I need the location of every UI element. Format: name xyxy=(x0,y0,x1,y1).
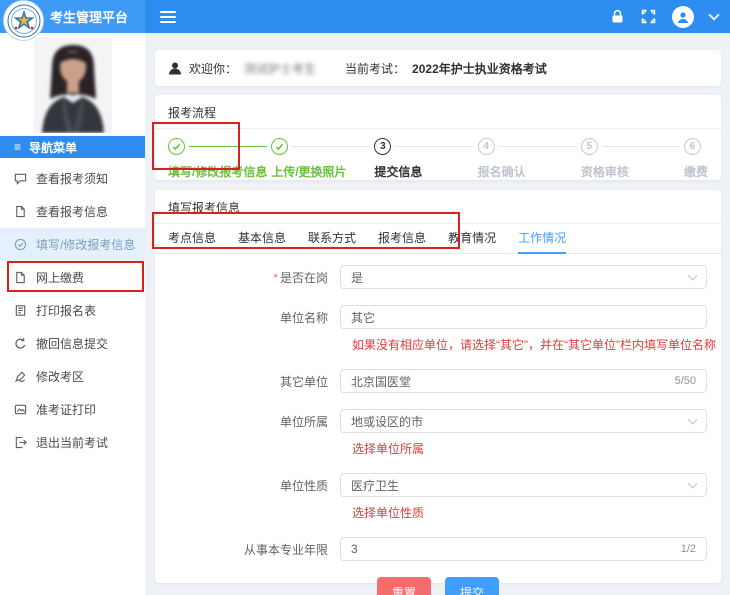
sidebar-item-print-form[interactable]: 打印报名表 xyxy=(0,294,145,327)
field-label-unit-name: 单位名称 xyxy=(279,310,328,325)
years-in-profession-input[interactable]: 3 1/2 xyxy=(340,537,707,561)
chevron-down-icon xyxy=(687,478,698,488)
char-counter: 1/2 xyxy=(680,543,696,555)
field-label-years-in-profession: 从事本专业年限 xyxy=(243,542,328,557)
unit-affiliation-select[interactable]: 地或设区的市 xyxy=(340,409,707,433)
undo-icon xyxy=(15,337,26,349)
tab-basic-info[interactable]: 基本信息 xyxy=(238,224,286,254)
nav-menu-header: ≡ 导航菜单 xyxy=(0,136,145,158)
user-icon xyxy=(169,62,181,75)
other-unit-input[interactable]: 北京国医堂 5/50 xyxy=(340,369,707,393)
step-registration-confirm: 4 报名确认 xyxy=(477,138,581,180)
exam-flow-card: 报考流程 填写/修改报考信息 上传/更换照片 3 提交信息 4 报名确认 5 资… xyxy=(155,95,721,180)
sidebar-item-modify-exam-area[interactable]: 修改考区 xyxy=(0,360,145,393)
tab-work-info[interactable]: 工作情况 xyxy=(518,224,567,254)
sidebar-item-fill-modify-info[interactable]: 填写/修改报考信息 xyxy=(0,228,145,261)
welcome-bar: 欢迎你： 测试护士考生 当前考试： 2022年护士执业资格考试 xyxy=(155,50,721,86)
tab-contact-info[interactable]: 联系方式 xyxy=(308,224,356,254)
field-label-unit-type: 单位性质 xyxy=(279,478,328,493)
sidebar-item-online-payment[interactable]: 网上缴费 xyxy=(0,261,145,294)
unit-affiliation-hint: 选择单位所属 xyxy=(352,442,425,456)
menu-toggle-icon[interactable] xyxy=(160,8,176,26)
exit-icon xyxy=(15,436,27,449)
file-icon xyxy=(16,271,25,284)
unit-name-input[interactable]: 其它 xyxy=(340,305,707,329)
field-label-unit-affiliation: 单位所属 xyxy=(279,414,328,429)
current-exam-name: 2022年护士执业资格考试 xyxy=(412,61,547,76)
unit-name-hint: 如果没有相应单位，请选择“其它”，并在“其它单位”栏内填写单位名称 xyxy=(352,338,716,352)
unit-type-hint: 选择单位性质 xyxy=(352,506,425,520)
app-logo-icon xyxy=(3,0,44,41)
sidebar-item-print-admission-ticket[interactable]: 准考证打印 xyxy=(0,393,145,426)
print-icon xyxy=(15,305,26,316)
step-qualification-review: 5 资格审核 xyxy=(580,138,684,180)
candidate-photo xyxy=(33,37,112,133)
registration-form-card: 填写报考信息 考点信息 基本信息 联系方式 报考信息 教育情况 工作情况 * 是否… xyxy=(155,190,721,595)
step-payment: 6 缴费 xyxy=(684,138,708,180)
submit-button[interactable]: 提交 xyxy=(445,577,500,595)
step-check-icon xyxy=(168,138,185,155)
work-info-form: * 是否在岗 是 单位名称 其它 如果没有相应单位，请选择“其它”，并在“其它单位… xyxy=(155,254,721,595)
brand: 考生管理平台 xyxy=(0,0,145,41)
menu-bars-icon: ≡ xyxy=(14,140,22,154)
field-label-on-duty: * 是否在岗 xyxy=(273,270,328,285)
sidebar-nav: 查看报考须知 查看报考信息 填写/修改报考信息 网上缴费 打印报名表 撤回信息提… xyxy=(0,158,145,459)
greeting-label: 欢迎你： xyxy=(189,61,238,76)
form-title: 填写报考信息 xyxy=(155,190,721,224)
avatar[interactable] xyxy=(672,5,694,28)
nav-menu-title: 导航菜单 xyxy=(29,140,78,155)
top-bar: 考生管理平台 xyxy=(0,0,730,41)
step-check-icon xyxy=(271,138,289,155)
sidebar-item-exit-exam[interactable]: 退出当前考试 xyxy=(0,426,145,459)
on-duty-select[interactable]: 是 xyxy=(340,265,707,289)
chevron-down-icon xyxy=(687,270,698,280)
lock-icon[interactable] xyxy=(610,9,625,24)
field-label-other-unit: 其它单位 xyxy=(279,374,328,389)
fullscreen-icon[interactable] xyxy=(641,9,656,24)
sidebar: ≡ 导航菜单 查看报考须知 查看报考信息 填写/修改报考信息 网上缴费 打印报名… xyxy=(0,33,145,595)
app-title: 考生管理平台 xyxy=(50,10,129,25)
chevron-down-icon xyxy=(687,414,698,424)
step-fill-info: 填写/修改报考信息 xyxy=(168,138,271,180)
reset-button[interactable]: 重置 xyxy=(376,577,431,595)
unit-type-select[interactable]: 医疗卫生 xyxy=(340,473,707,497)
edit-icon xyxy=(14,371,26,383)
form-tabs: 考点信息 基本信息 联系方式 报考信息 教育情况 工作情况 xyxy=(155,224,721,254)
image-icon xyxy=(14,404,27,415)
sidebar-item-view-info[interactable]: 查看报考信息 xyxy=(0,195,145,228)
sidebar-item-withdraw-submission[interactable]: 撤回信息提交 xyxy=(0,327,145,360)
user-name: 测试护士考生 xyxy=(244,61,317,76)
tab-exam-site-info[interactable]: 考点信息 xyxy=(168,224,216,254)
steps: 填写/修改报考信息 上传/更换照片 3 提交信息 4 报名确认 5 资格审核 6… xyxy=(155,129,721,180)
chevron-down-icon[interactable] xyxy=(708,9,720,21)
flow-title: 报考流程 xyxy=(155,95,721,129)
comment-icon xyxy=(14,173,27,185)
tab-registration-info[interactable]: 报考信息 xyxy=(378,224,426,254)
check-circle-icon xyxy=(14,238,27,251)
step-submit-info: 3 提交信息 xyxy=(374,138,477,180)
step-upload-photo: 上传/更换照片 xyxy=(271,138,374,180)
tab-education-info[interactable]: 教育情况 xyxy=(448,224,496,254)
sidebar-item-view-notice[interactable]: 查看报考须知 xyxy=(0,162,145,195)
current-exam-label: 当前考试： xyxy=(345,61,406,76)
file-icon xyxy=(16,205,25,218)
char-counter: 5/50 xyxy=(674,375,696,387)
